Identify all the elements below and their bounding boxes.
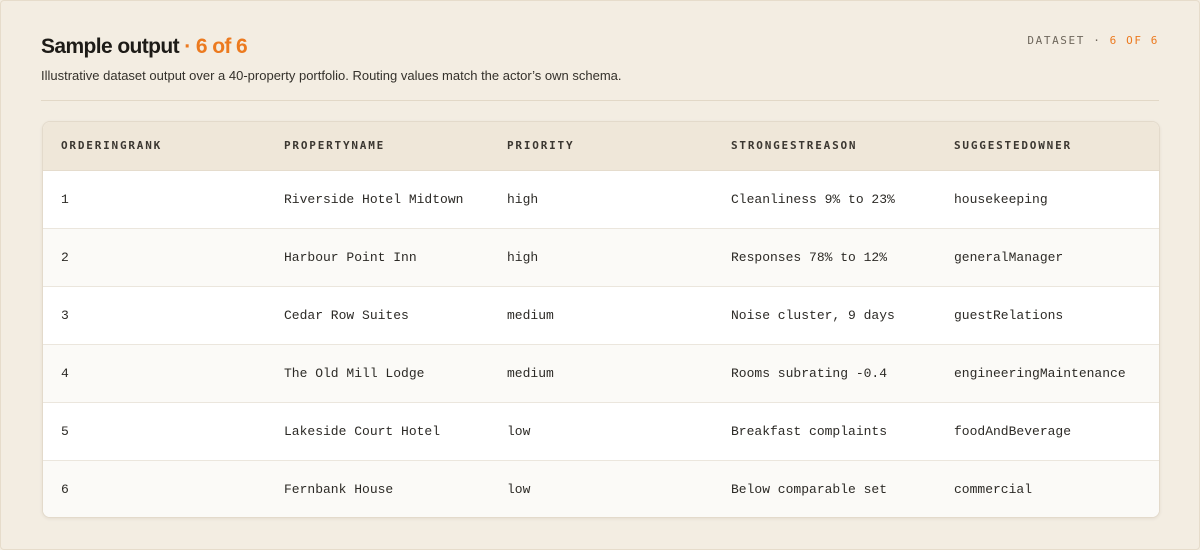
cell-suggested-owner: housekeeping [954, 191, 1048, 207]
table-row: 6 Fernbank House low Below comparable se… [43, 459, 1159, 517]
table-row: 1 Riverside Hotel Midtown high Cleanline… [43, 170, 1159, 228]
column-header-priority: PRIORITY [489, 122, 713, 171]
cell-strongest-reason: Cleanliness 9% to 23% [731, 191, 895, 207]
dataset-counter-value: 6 OF 6 [1109, 34, 1159, 47]
table-header-row: ORDERINGRANK PROPERTYNAME PRIORITY STRON… [43, 122, 1159, 171]
table-row: 5 Lakeside Court Hotel low Breakfast com… [43, 401, 1159, 460]
cell-strongest-reason: Below comparable set [713, 459, 936, 517]
dataset-counter-label: DATASET · [1027, 34, 1110, 47]
cell-property-name: Riverside Hotel Midtown [284, 191, 464, 207]
cell-ordering-rank: 3 [43, 285, 266, 344]
cell-property-name: Fernbank House [266, 459, 489, 517]
page-title-main: Sample output [41, 35, 180, 58]
cell-property-name: Cedar Row Suites [266, 285, 489, 344]
cell-strongest-reason: Responses 78% to 12% [713, 227, 936, 286]
cell-priority: high [489, 227, 713, 286]
page-header: Sample output · 6 of 6 Illustrative data… [41, 34, 1159, 84]
cell-ordering-rank: 2 [43, 227, 266, 286]
sample-output-table-card: ORDERINGRANK PROPERTYNAME PRIORITY STRON… [42, 121, 1160, 518]
cell-strongest-reason: Noise cluster, 9 days [713, 285, 936, 344]
table-row: 3 Cedar Row Suites medium Noise cluster,… [43, 285, 1159, 344]
cell-priority: high [507, 191, 539, 207]
cell-property-name: Harbour Point Inn [266, 227, 489, 286]
cell-strongest-reason: Breakfast complaints [713, 401, 936, 460]
dataset-counter: DATASET · 6 OF 6 [1027, 34, 1159, 47]
cell-ordering-rank: 4 [43, 343, 266, 402]
cell-ordering-rank: 5 [43, 401, 266, 460]
sample-output-table: ORDERINGRANK PROPERTYNAME PRIORITY STRON… [43, 122, 1159, 517]
column-header-suggestedowner: SUGGESTEDOWNER [936, 122, 1159, 171]
cell-suggested-owner: engineeringMaintenance [936, 343, 1159, 402]
cell-suggested-owner: generalManager [936, 227, 1159, 286]
cell-strongest-reason: Rooms subrating -0.4 [713, 343, 936, 402]
cell-priority: medium [489, 343, 713, 402]
cell-property-name: The Old Mill Lodge [266, 343, 489, 402]
column-header-strongestreason: STRONGESTREASON [713, 122, 936, 171]
column-header-orderingrank: ORDERINGRANK [43, 122, 266, 171]
table-row: 2 Harbour Point Inn high Responses 78% t… [43, 227, 1159, 286]
cell-suggested-owner: commercial [936, 459, 1159, 517]
header-divider [41, 100, 1159, 101]
cell-priority: low [489, 459, 713, 517]
cell-suggested-owner: foodAndBeverage [936, 401, 1159, 460]
cell-property-name: Lakeside Court Hotel [266, 401, 489, 460]
cell-ordering-rank: 6 [43, 459, 266, 517]
column-header-propertyname: PROPERTYNAME [266, 122, 489, 171]
cell-ordering-rank: 1 [61, 191, 69, 207]
cell-priority: low [489, 401, 713, 460]
cell-priority: medium [489, 285, 713, 344]
cell-suggested-owner: guestRelations [936, 285, 1159, 344]
table-row: 4 The Old Mill Lodge medium Rooms subrat… [43, 343, 1159, 402]
page-title-counter: · 6 of 6 [179, 35, 248, 58]
page-subtitle: Illustrative dataset output over a 40-pr… [41, 68, 622, 83]
page-title: Sample output · 6 of 6 [41, 34, 1159, 60]
